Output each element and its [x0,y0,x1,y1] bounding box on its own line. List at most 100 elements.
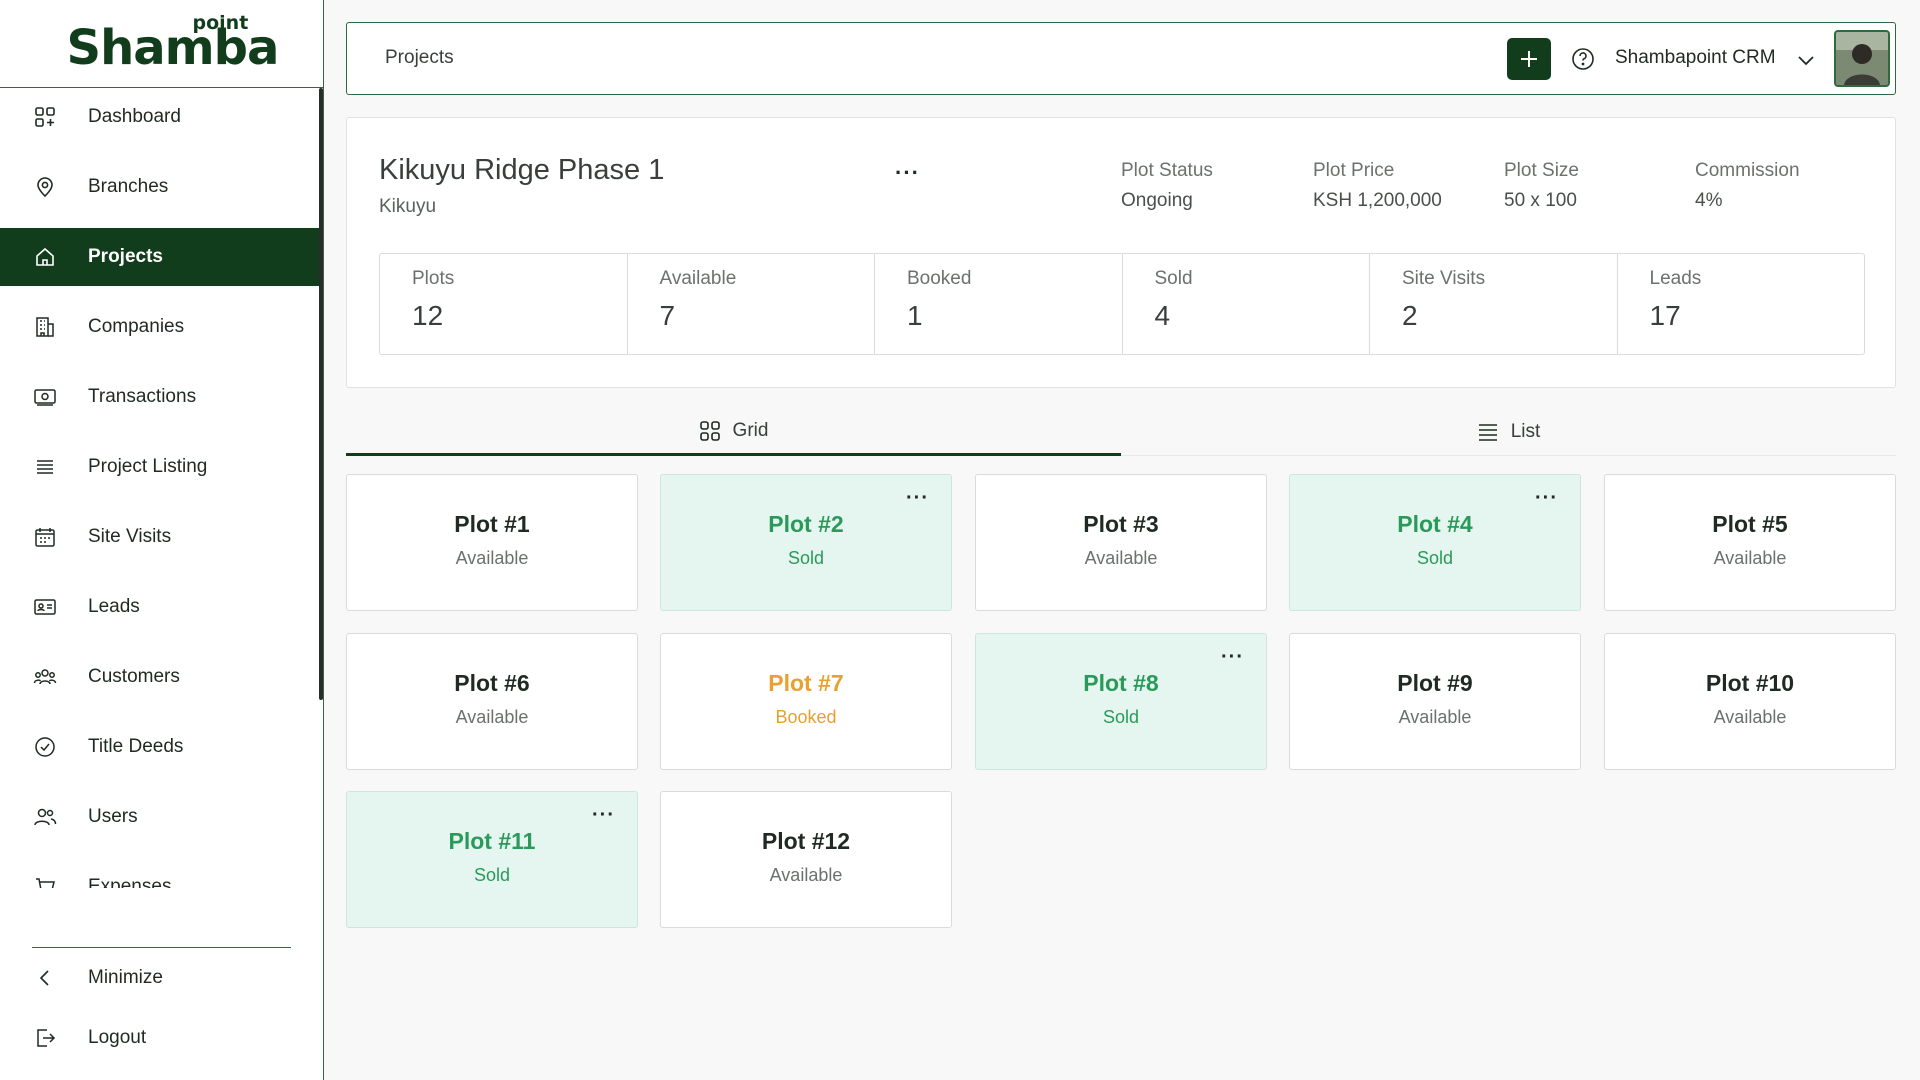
logout-icon [32,1025,58,1051]
building-icon [32,314,58,340]
plot-name: Plot #9 [1397,670,1473,696]
tab-list[interactable]: List [1121,408,1896,456]
meta-plot-price: Plot Price KSH 1,200,000 [1313,160,1442,212]
sidebar-item-users[interactable]: Users [0,788,322,846]
plot-status: Sold [1416,548,1454,568]
sidebar-item-customers[interactable]: Customers [0,648,322,706]
plot-card[interactable]: ··· Plot #11 Sold [346,791,638,928]
plot-card[interactable]: Plot #1 Available [346,474,638,611]
meta-value: KSH 1,200,000 [1313,190,1442,211]
plot-status: Available [1713,548,1787,568]
users-icon [32,804,58,830]
chevron-left-icon [32,965,58,991]
sidebar-item-expenses[interactable]: Expenses [0,858,322,888]
stat-leads: Leads 17 [1618,254,1865,354]
plot-name: Plot #3 [1083,511,1159,537]
plot-card[interactable]: Plot #7 Booked [660,633,952,770]
plot-name: Plot #10 [1705,670,1795,696]
stat-booked: Booked 1 [875,254,1123,354]
sidebar-item-leads[interactable]: Leads [0,578,322,636]
plot-name: Plot #4 [1397,511,1473,537]
sidebar-item-label: Users [88,806,138,827]
stat-value: 12 [412,300,444,331]
plot-card[interactable]: ··· Plot #8 Sold [975,633,1267,770]
plot-more-menu[interactable]: ··· [906,487,929,510]
meta-plot-size: Plot Size 50 x 100 [1504,160,1579,212]
plot-card[interactable]: Plot #10 Available [1604,633,1896,770]
stat-sold: Sold 4 [1123,254,1370,354]
avatar[interactable] [1834,30,1890,87]
grid-icon [699,420,721,442]
chevron-down-icon[interactable] [1795,49,1817,71]
id-card-icon [32,594,58,620]
sidebar-divider [32,947,291,948]
meta-label: Commission [1695,160,1800,181]
tab-grid[interactable]: Grid [346,408,1121,456]
stat-value: 4 [1154,300,1171,331]
sidebar-item-label: Dashboard [88,106,181,127]
help-icon[interactable] [1570,46,1596,72]
plot-name: Plot #8 [1083,670,1159,696]
sidebar-item-projects[interactable]: Projects [0,228,322,286]
plot-more-menu[interactable]: ··· [592,804,615,827]
sidebar-item-transactions[interactable]: Transactions [0,368,322,426]
org-switcher-label[interactable]: Shambapoint CRM [1615,47,1776,69]
plot-card[interactable]: Plot #5 Available [1604,474,1896,611]
stat-value: 1 [907,300,923,331]
sidebar-item-title-deeds[interactable]: Title Deeds [0,718,322,776]
calendar-icon [32,524,58,550]
plot-name: Plot #2 [768,511,844,537]
plot-card[interactable]: ··· Plot #2 Sold [660,474,952,611]
location-pin-icon [32,174,58,200]
tab-list-label: List [1510,421,1541,442]
plot-name: Plot #12 [761,828,851,854]
sidebar-item-project-listing[interactable]: Project Listing [0,438,322,496]
project-more-menu[interactable]: ··· [895,160,920,186]
meta-label: Plot Price [1313,160,1395,181]
meta-value: 4% [1695,190,1723,211]
sidebar-scrollbar[interactable] [319,88,323,700]
plot-name: Plot #5 [1712,511,1788,537]
sidebar-item-label: Branches [88,176,169,197]
plot-status: Available [1398,707,1472,727]
add-button[interactable] [1507,38,1551,80]
shambapoint-logo[interactable]: Shamba point [67,11,280,74]
plot-card[interactable]: Plot #12 Available [660,791,952,928]
plot-card[interactable]: Plot #3 Available [975,474,1267,611]
plot-more-menu[interactable]: ··· [1535,487,1558,510]
logout-button[interactable]: Logout [32,1018,146,1058]
stat-label: Booked [907,268,972,289]
plot-card[interactable]: Plot #9 Available [1289,633,1581,770]
plot-status: Sold [473,865,511,885]
logout-label: Logout [88,1027,147,1048]
sidebar-item-dashboard[interactable]: Dashboard [0,88,322,146]
breadcrumb[interactable]: Projects [385,47,454,69]
plot-card[interactable]: Plot #6 Available [346,633,638,770]
sidebar-item-branches[interactable]: Branches [0,158,322,216]
minimize-button[interactable]: Minimize [32,958,163,998]
plot-card[interactable]: ··· Plot #4 Sold [1289,474,1581,611]
plot-name: Plot #1 [454,511,530,537]
group-icon [32,664,58,690]
sidebar-nav: Dashboard Branches Projects Companies Tr… [0,88,322,888]
sidebar-item-label: Projects [88,246,163,267]
stat-label: Available [659,268,737,289]
project-summary-card: Kikuyu Ridge Phase 1 Kikuyu ··· Plot Sta… [346,117,1896,388]
stat-label: Plots [412,268,455,289]
plot-status: Sold [787,548,825,568]
plot-status: Available [455,548,529,568]
stat-site-visits: Site Visits 2 [1370,254,1618,354]
stat-label: Site Visits [1402,268,1486,289]
meta-label: Plot Size [1504,160,1579,181]
sidebar-item-site-visits[interactable]: Site Visits [0,508,322,566]
plot-status: Booked [775,707,837,727]
logo-sub-text: point [192,11,249,34]
sidebar-item-label: Project Listing [88,456,208,477]
stat-available: Available 7 [628,254,875,354]
sidebar-item-label: Expenses [88,876,172,888]
sidebar-item-companies[interactable]: Companies [0,298,322,356]
sidebar-item-label: Site Visits [88,526,172,547]
plot-more-menu[interactable]: ··· [1221,646,1244,669]
logo-area: Shamba point [0,0,323,88]
dashboard-icon [32,104,58,130]
